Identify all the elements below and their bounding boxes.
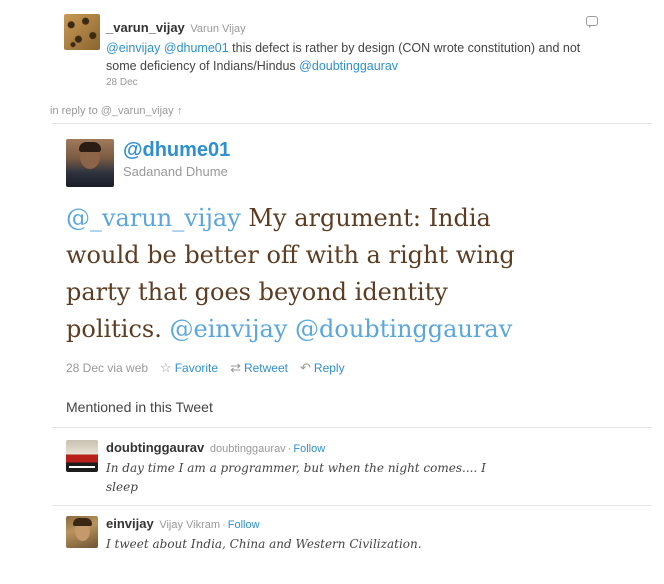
- user-header: einvijay Vijay Vikram · Follow: [106, 516, 626, 533]
- reply-tweet-real-name: Varun Vijay: [190, 23, 246, 35]
- separator-dot: ·: [287, 443, 292, 455]
- mention-link[interactable]: @doubtinggaurav: [299, 59, 398, 73]
- avatar-hair: [73, 518, 92, 526]
- divider: [52, 123, 652, 124]
- follow-button[interactable]: Follow: [228, 519, 260, 531]
- reply-label: Reply: [313, 361, 345, 375]
- avatar-stripe: [69, 466, 95, 468]
- avatar-hair: [79, 142, 101, 152]
- speech-bubble-icon[interactable]: [586, 16, 598, 28]
- tweet-timestamp[interactable]: 28 Dec via web: [66, 361, 148, 375]
- mention-link[interactable]: @dhume01: [164, 41, 229, 55]
- main-tweet-text: @_varun_vijay My argument: India would b…: [66, 200, 536, 348]
- separator-dot: ·: [222, 519, 226, 531]
- reply-tweet-body: _varun_vijay Varun Vijay @einvijay @dhum…: [106, 20, 606, 88]
- avatar[interactable]: [64, 14, 100, 50]
- user-real-name: doubtinggaurav: [209, 443, 286, 455]
- avatar[interactable]: [66, 516, 98, 548]
- user-bio: I tweet about India, China and Western C…: [106, 537, 422, 551]
- retweet-icon: ⇄: [230, 360, 241, 375]
- favorite-button[interactable]: ☆ Favorite: [160, 360, 218, 376]
- retweet-button[interactable]: ⇄ Retweet: [230, 360, 288, 376]
- follow-button[interactable]: Follow: [293, 443, 325, 455]
- favorite-label: Favorite: [174, 361, 219, 375]
- in-reply-to-link[interactable]: in reply to @_varun_vijay ↑: [50, 105, 182, 117]
- user-real-name: Vijay Vikram: [159, 519, 221, 531]
- reply-tweet-date[interactable]: 28 Dec: [106, 77, 606, 88]
- mention-link[interactable]: @einvijay: [106, 41, 160, 55]
- reply-arrow-icon: ↶: [300, 360, 311, 375]
- user-body: doubtinggaurav doubtinggaurav · Follow In …: [106, 440, 626, 497]
- mention-link[interactable]: @doubtinggaurav: [295, 315, 512, 343]
- user-header: doubtinggaurav doubtinggaurav · Follow: [106, 440, 626, 457]
- mention-link[interactable]: @einvijay: [170, 315, 288, 343]
- reply-button[interactable]: ↶ Reply: [300, 360, 345, 376]
- avatar[interactable]: [66, 440, 98, 472]
- reply-tweet-username[interactable]: _varun_vijay: [106, 20, 185, 35]
- star-icon: ☆: [160, 360, 172, 375]
- mentioned-heading: Mentioned in this Tweet: [66, 399, 213, 415]
- divider: [52, 505, 652, 506]
- user-body: einvijay Vijay Vikram · Follow I tweet abo…: [106, 516, 626, 554]
- reply-tweet-header: _varun_vijay Varun Vijay: [106, 20, 606, 37]
- main-tweet-real-name: Sadanand Dhume: [123, 164, 228, 179]
- reply-tweet-text: @einvijay @dhume01 this defect is rather…: [106, 39, 606, 75]
- user-username[interactable]: einvijay: [106, 516, 154, 531]
- retweet-label: Retweet: [243, 361, 288, 375]
- user-bio: In day time I am a programmer, but when …: [106, 461, 486, 494]
- tweet-actions: 28 Dec via web ☆ Favorite ⇄ Retweet ↶ Re…: [66, 360, 357, 376]
- main-tweet-screen-name[interactable]: @dhume01: [123, 139, 230, 162]
- avatar[interactable]: [66, 139, 114, 187]
- mention-link[interactable]: @_varun_vijay: [66, 204, 241, 232]
- user-username[interactable]: doubtinggaurav: [106, 440, 204, 455]
- divider: [52, 427, 652, 428]
